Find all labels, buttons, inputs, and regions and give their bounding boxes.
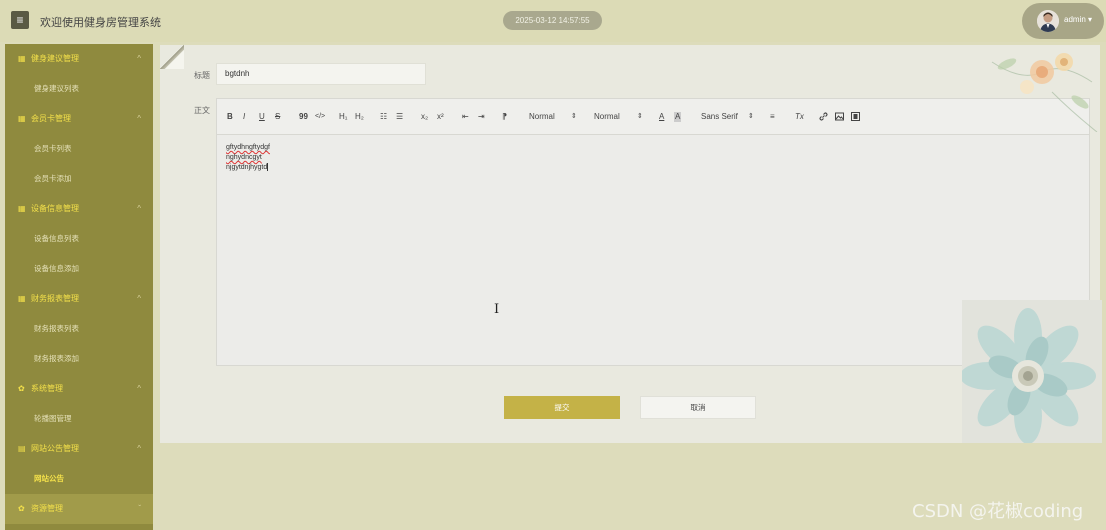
sidebar-item-carousel[interactable]: 轮播图管理 [5, 404, 153, 434]
menu-toggle-icon[interactable]: ≡ [11, 11, 29, 29]
text-direction-icon[interactable]: ⁋ [502, 112, 507, 122]
underline-button[interactable]: U [259, 112, 265, 122]
chevron-up-icon: ^ [137, 204, 141, 213]
sidebar-item-fitness-advice-list[interactable]: 健身建议列表 [5, 74, 153, 104]
video-icon[interactable] [851, 112, 860, 122]
grid-icon: ▦ [18, 114, 26, 123]
header-select[interactable]: Normal [594, 112, 620, 122]
indent-icon[interactable]: ⇥ [478, 112, 485, 122]
document-icon: ▤ [18, 444, 26, 453]
sidebar-item-announcement[interactable]: 网站公告 [5, 464, 153, 494]
size-select[interactable]: Normal [529, 112, 555, 122]
heading2-button[interactable]: H₂ [355, 112, 364, 122]
sidebar-item-finance-report-add[interactable]: 财务报表添加 [5, 344, 153, 374]
user-name: admin ▾ [1064, 15, 1093, 24]
title-label: 标题 [194, 71, 210, 80]
sidebar-group-resources[interactable]: ✿ 资源管理 ˇ [5, 494, 153, 524]
submit-button[interactable]: 提交 [504, 396, 620, 419]
image-icon[interactable] [835, 112, 844, 122]
cancel-button[interactable]: 取消 [640, 396, 756, 419]
flower-decoration-top [982, 42, 1102, 133]
heading1-button[interactable]: H₁ [339, 112, 347, 122]
subscript-button[interactable]: x₂ [421, 112, 428, 122]
sidebar-item-equipment-list[interactable]: 设备信息列表 [5, 224, 153, 254]
grid-icon: ▦ [18, 54, 26, 63]
font-select[interactable]: Sans Serif [701, 112, 738, 122]
chevron-up-icon: ^ [137, 384, 141, 393]
chevron-up-icon: ^ [137, 54, 141, 63]
grid-icon: ▦ [18, 204, 26, 213]
sidebar-item-membership-card-list[interactable]: 会员卡列表 [5, 134, 153, 164]
sidebar-item-finance-report-list[interactable]: 财务报表列表 [5, 314, 153, 344]
ordered-list-icon[interactable]: ☷ [380, 112, 387, 122]
bold-button[interactable]: B [227, 112, 233, 122]
editor-line: gftydhngftydgf [226, 144, 270, 151]
quote-button[interactable]: 99 [299, 112, 308, 122]
select-arrows-icon: ⇕ [571, 113, 577, 120]
select-arrows-icon: ⇕ [748, 113, 754, 120]
app-title: 欢迎使用健身房管理系统 [40, 17, 161, 29]
editor-toolbar: B I U S 99 </> H₁ H₂ ☷ ☰ x₂ x² ⇤ ⇥ ⁋ Nor… [217, 99, 1089, 135]
background-color-icon[interactable]: A [674, 112, 682, 122]
bullet-list-icon[interactable]: ☰ [396, 112, 403, 122]
title-input[interactable]: bgtdnh [216, 63, 426, 85]
sidebar-item-equipment-add[interactable]: 设备信息添加 [5, 254, 153, 284]
chevron-down-icon: ˇ [138, 504, 141, 513]
sidebar-group-announcement[interactable]: ▤ 网站公告管理 ^ [5, 434, 153, 464]
user-menu[interactable]: admin ▾ [1022, 3, 1104, 39]
sidebar-group-finance-report[interactable]: ▦ 财务报表管理 ^ [5, 284, 153, 314]
font-color-icon[interactable]: A [659, 112, 664, 122]
outdent-icon[interactable]: ⇤ [462, 112, 469, 122]
datetime-badge: 2025-03-12 14:57:55 [503, 11, 602, 30]
watermark: CSDN @花椒coding [912, 501, 1084, 522]
editor-line-last: njgytdnjhygtd [226, 163, 269, 172]
sidebar-group-equipment[interactable]: ▦ 设备信息管理 ^ [5, 194, 153, 224]
body-label: 正文 [194, 106, 210, 115]
code-button[interactable]: </> [315, 112, 325, 122]
mouse-cursor-ibeam-icon: I [494, 302, 500, 317]
gear-icon: ✿ [18, 504, 25, 513]
rich-text-editor: B I U S 99 </> H₁ H₂ ☷ ☰ x₂ x² ⇤ ⇥ ⁋ Nor… [216, 98, 1090, 366]
clean-format-icon[interactable]: Tx [795, 112, 804, 122]
select-arrows-icon: ⇕ [637, 113, 643, 120]
sidebar-item-membership-card-add[interactable]: 会员卡添加 [5, 164, 153, 194]
sidebar: ▦ 健身建议管理 ^ 健身建议列表 ▦ 会员卡管理 ^ 会员卡列表 会员卡添加 … [5, 44, 153, 530]
grid-icon: ▦ [18, 294, 26, 303]
editor-line: nghydncgyt [226, 154, 262, 161]
chevron-up-icon: ^ [137, 444, 141, 453]
strike-button[interactable]: S [275, 112, 280, 122]
editor-content[interactable]: gftydhngftydgf nghydncgyt njgytdnjhygtd [226, 143, 270, 173]
link-icon[interactable] [819, 112, 828, 122]
sidebar-group-fitness-advice[interactable]: ▦ 健身建议管理 ^ [5, 44, 153, 74]
chevron-up-icon: ^ [137, 294, 141, 303]
chevron-up-icon: ^ [137, 114, 141, 123]
form-card: 标题 bgtdnh 正文 B I U S 99 </> H₁ H₂ ☷ ☰ x₂… [160, 45, 1100, 443]
text-caret [267, 163, 269, 172]
avatar [1037, 10, 1059, 32]
sidebar-group-membership-card[interactable]: ▦ 会员卡管理 ^ [5, 104, 153, 134]
align-icon[interactable]: ≡ [770, 112, 775, 122]
corner-fold-decoration [160, 45, 184, 69]
superscript-button[interactable]: x² [437, 112, 444, 122]
chevron-down-icon: ▾ [1088, 15, 1093, 24]
gear-icon: ✿ [18, 384, 25, 393]
sidebar-group-system[interactable]: ✿ 系统管理 ^ [5, 374, 153, 404]
flower-decoration-bottom [960, 300, 1102, 444]
italic-button[interactable]: I [243, 112, 245, 122]
top-bar: ≡ 欢迎使用健身房管理系统 2025-03-12 14:57:55 admin … [0, 0, 1106, 42]
